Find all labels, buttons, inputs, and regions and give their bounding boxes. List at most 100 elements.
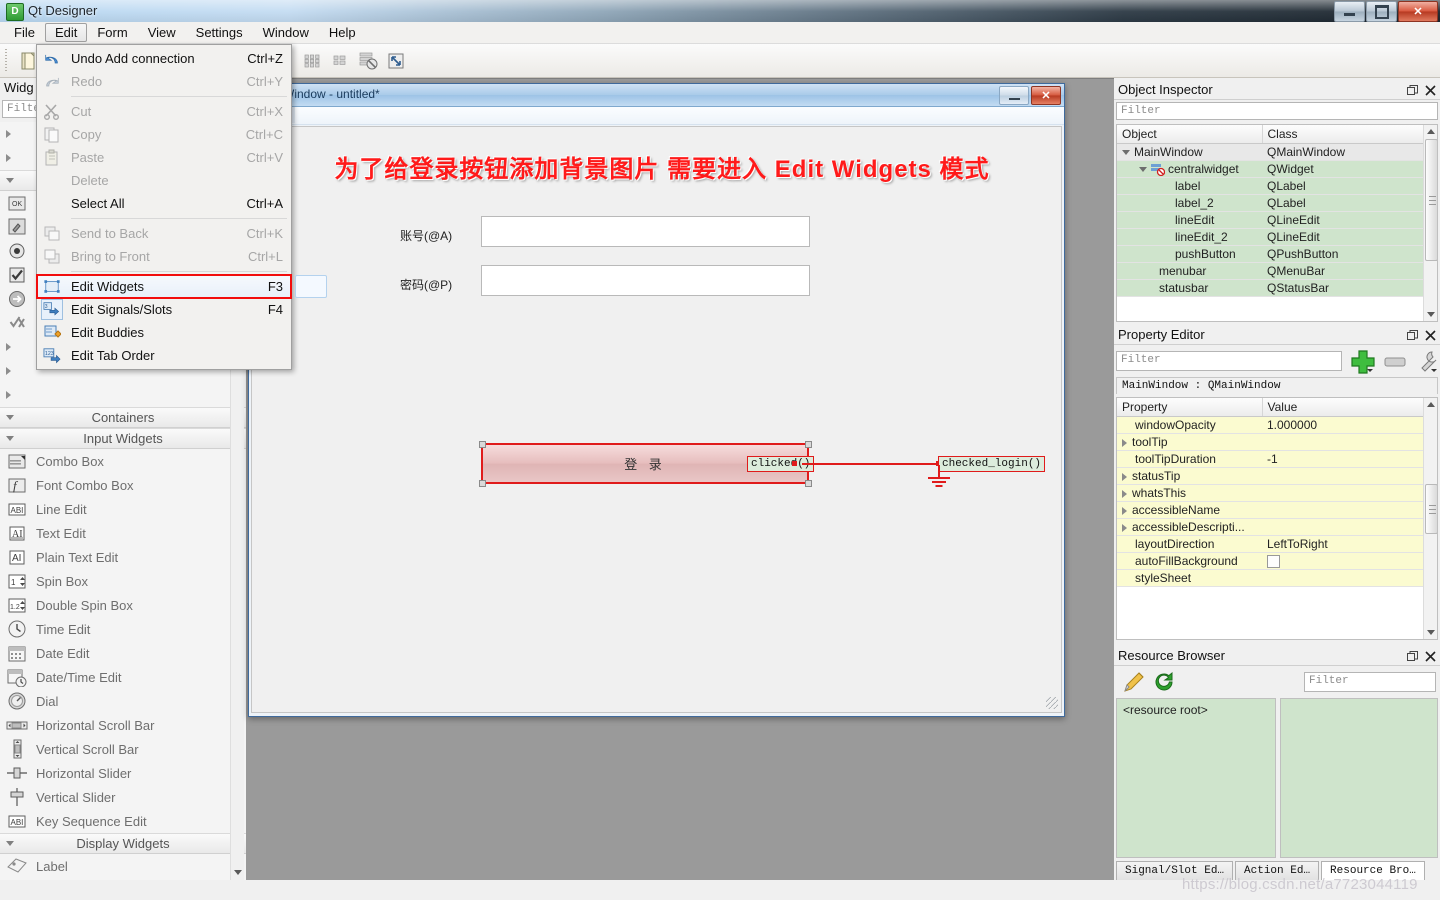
table-row[interactable]: lineEdit QLineEdit bbox=[1117, 211, 1437, 229]
menu-form[interactable]: Form bbox=[87, 23, 137, 42]
scroll-thumb[interactable] bbox=[1425, 139, 1437, 261]
widget-box-item-font-combo-box[interactable]: f Font Combo Box bbox=[0, 473, 246, 497]
widget-box-item-double-spin-box[interactable]: 1.2 Double Spin Box bbox=[0, 593, 246, 617]
cell-value[interactable] bbox=[1262, 569, 1437, 588]
menu-item-undo[interactable]: Undo Add connection Ctrl+Z bbox=[37, 47, 291, 70]
cell-value[interactable]: 1.000000 bbox=[1262, 416, 1437, 434]
selection-handle[interactable] bbox=[805, 441, 812, 448]
table-row[interactable]: styleSheet bbox=[1117, 569, 1437, 588]
table-row[interactable]: accessibleName bbox=[1117, 501, 1437, 519]
resource-browser-filter-input[interactable]: Filter bbox=[1304, 672, 1436, 692]
table-row[interactable]: lineEdit_2 QLineEdit bbox=[1117, 228, 1437, 246]
table-row[interactable]: windowOpacity 1.000000 bbox=[1117, 416, 1437, 434]
close-button[interactable]: ✕ bbox=[1398, 1, 1438, 22]
cell-value[interactable] bbox=[1262, 433, 1437, 451]
float-icon[interactable] bbox=[1407, 84, 1418, 95]
widget-box-item-text-browser[interactable]: AI Text Browser bbox=[0, 878, 246, 880]
menu-item-send-to-back[interactable]: Send to Back Ctrl+K bbox=[37, 222, 291, 245]
table-row[interactable]: autoFillBackground bbox=[1117, 552, 1437, 571]
float-icon[interactable] bbox=[1407, 329, 1418, 340]
chevron-right-icon[interactable] bbox=[1122, 472, 1127, 481]
table-row[interactable]: menubar QMenuBar bbox=[1117, 262, 1437, 280]
scroll-down-button[interactable] bbox=[1425, 309, 1436, 320]
menu-item-cut[interactable]: Cut Ctrl+X bbox=[37, 100, 291, 123]
widget-box-item-horizontal-slider[interactable]: Horizontal Slider bbox=[0, 761, 246, 785]
menu-item-edit-widgets[interactable]: Edit Widgets F3 bbox=[36, 274, 327, 299]
menu-item-select-all[interactable]: Select All Ctrl+A bbox=[37, 192, 291, 215]
form-close-button[interactable]: ✕ bbox=[1031, 86, 1061, 105]
chevron-right-icon[interactable] bbox=[1122, 489, 1127, 498]
resource-preview-pane[interactable] bbox=[1280, 698, 1438, 858]
table-row[interactable]: toolTipDuration -1 bbox=[1117, 450, 1437, 468]
chevron-down-icon[interactable] bbox=[1139, 167, 1147, 173]
menu-edit[interactable]: Edit bbox=[44, 23, 88, 42]
table-row[interactable]: whatsThis bbox=[1117, 484, 1437, 502]
remove-property-icon[interactable] bbox=[1384, 355, 1410, 372]
scroll-up-button[interactable] bbox=[1425, 399, 1436, 410]
widget-box-item-horizontal-scroll-bar[interactable]: Horizontal Scroll Bar bbox=[0, 713, 246, 737]
widget-box-item-line-edit[interactable]: ABI Line Edit bbox=[0, 497, 246, 521]
cell-value[interactable] bbox=[1262, 484, 1437, 502]
configure-icon[interactable] bbox=[1414, 349, 1440, 378]
object-inspector-scrollbar[interactable] bbox=[1423, 125, 1437, 321]
menu-view[interactable]: View bbox=[138, 23, 186, 42]
table-row[interactable]: statusbar QStatusBar bbox=[1117, 279, 1437, 297]
menu-item-copy[interactable]: Copy Ctrl+C bbox=[37, 123, 291, 146]
form-resize-grip[interactable] bbox=[1046, 697, 1058, 709]
table-row[interactable]: accessibleDescripti... bbox=[1117, 518, 1437, 536]
widget-box-category-containers[interactable]: Containers bbox=[0, 407, 246, 428]
chevron-right-icon[interactable] bbox=[1122, 438, 1127, 447]
chevron-right-icon[interactable] bbox=[1122, 506, 1127, 515]
menu-item-paste[interactable]: Paste Ctrl+V bbox=[37, 146, 291, 169]
reload-icon[interactable] bbox=[1152, 670, 1176, 697]
adjust-size-icon[interactable] bbox=[382, 48, 410, 74]
cell-value[interactable] bbox=[1262, 552, 1437, 571]
table-row[interactable]: statusTip bbox=[1117, 467, 1437, 485]
edit-resources-icon[interactable] bbox=[1122, 670, 1146, 697]
account-input[interactable] bbox=[481, 216, 810, 247]
table-row[interactable]: pushButton QPushButton bbox=[1117, 245, 1437, 263]
widget-box-item-vertical-scroll-bar[interactable]: Vertical Scroll Bar bbox=[0, 737, 246, 761]
scroll-thumb[interactable] bbox=[1425, 484, 1437, 534]
widget-box-category-display-widgets[interactable]: Display Widgets bbox=[0, 833, 246, 854]
cell-value[interactable]: LeftToRight bbox=[1262, 535, 1437, 553]
break-layout-icon[interactable] bbox=[354, 48, 382, 74]
widget-box-item-text-edit[interactable]: AI Text Edit bbox=[0, 521, 246, 545]
toolbar-grip[interactable] bbox=[3, 48, 11, 73]
widget-box-item-plain-text-edit[interactable]: AI Plain Text Edit bbox=[0, 545, 246, 569]
layout-grid-icon[interactable] bbox=[298, 48, 326, 74]
menu-help[interactable]: Help bbox=[319, 23, 366, 42]
cell-value[interactable] bbox=[1262, 518, 1437, 536]
menu-window[interactable]: Window bbox=[253, 23, 319, 42]
menu-file[interactable]: File bbox=[4, 23, 45, 42]
chevron-down-icon[interactable] bbox=[1122, 150, 1130, 156]
menu-item-edit-buddies[interactable]: Edit Buddies bbox=[37, 321, 291, 344]
minimize-button[interactable] bbox=[1334, 1, 1365, 22]
widget-box-item-dial[interactable]: Dial bbox=[0, 689, 246, 713]
cell-value[interactable] bbox=[1262, 467, 1437, 485]
table-row[interactable]: label QLabel bbox=[1117, 177, 1437, 195]
float-icon[interactable] bbox=[1407, 650, 1418, 661]
close-icon[interactable] bbox=[1425, 650, 1436, 662]
widget-box-item-vertical-slider[interactable]: Vertical Slider bbox=[0, 785, 246, 809]
resource-tree-pane[interactable]: <resource root> bbox=[1116, 698, 1276, 858]
auto-fill-background-checkbox[interactable] bbox=[1267, 555, 1280, 569]
selection-handle[interactable] bbox=[479, 441, 486, 448]
property-editor-filter-input[interactable]: Filter bbox=[1116, 351, 1342, 371]
table-row[interactable]: layoutDirection LeftToRight bbox=[1117, 535, 1437, 553]
selection-handle[interactable] bbox=[479, 480, 486, 487]
form-minimize-button[interactable] bbox=[999, 86, 1029, 105]
property-editor-scrollbar[interactable] bbox=[1423, 398, 1437, 639]
menu-item-edit-tab-order[interactable]: 123 Edit Tab Order bbox=[37, 344, 291, 367]
slot-label[interactable]: checked_login() bbox=[938, 456, 1046, 472]
widget-box-item-label[interactable]: Label bbox=[0, 854, 246, 878]
widget-box-item-time-edit[interactable]: Time Edit bbox=[0, 617, 246, 641]
widget-box-category-input-widgets[interactable]: Input Widgets bbox=[0, 428, 246, 449]
table-row[interactable]: label_2 QLabel bbox=[1117, 194, 1437, 212]
widget-box-item-key-sequence-edit[interactable]: ABI Key Sequence Edit bbox=[0, 809, 246, 833]
cell-value[interactable]: -1 bbox=[1262, 450, 1437, 468]
widget-box-item-date-time-edit[interactable]: Date/Time Edit bbox=[0, 665, 246, 689]
menu-settings[interactable]: Settings bbox=[186, 23, 253, 42]
close-icon[interactable] bbox=[1425, 84, 1436, 96]
selection-handle[interactable] bbox=[805, 480, 812, 487]
